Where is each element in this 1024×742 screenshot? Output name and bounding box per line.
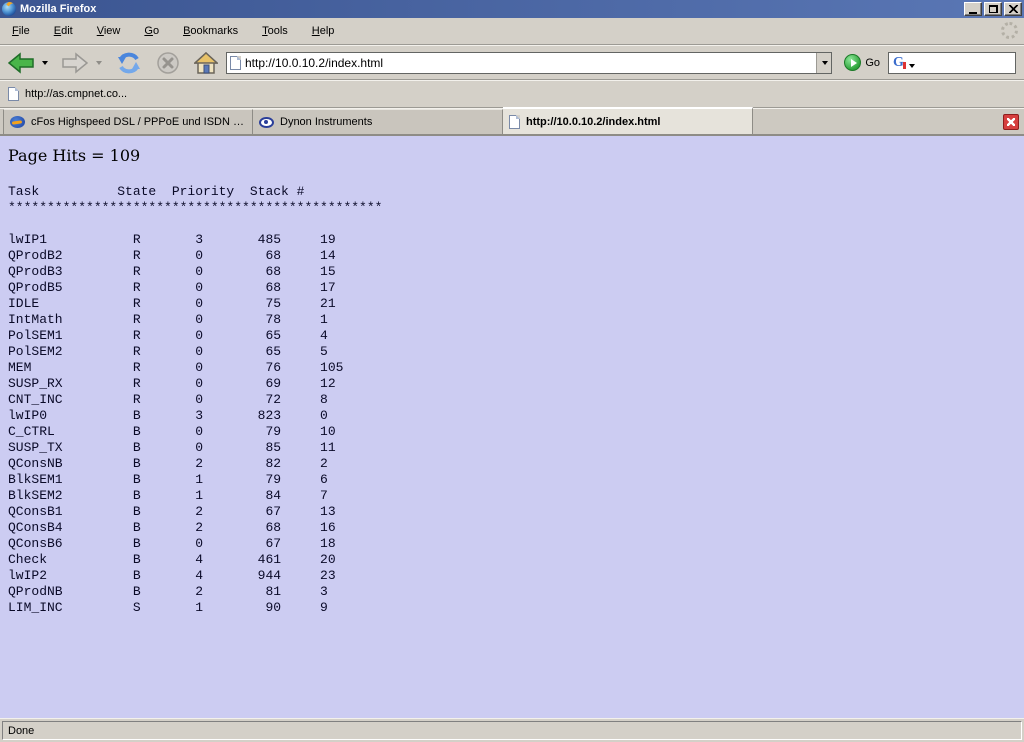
status-text: Done	[2, 721, 1022, 740]
table-row: QProdB2 R 0 68 14	[8, 248, 1024, 264]
navigation-toolbar: Go G	[0, 45, 1024, 80]
table-row: QProdB5 R 0 68 17	[8, 280, 1024, 296]
firefox-icon	[2, 2, 16, 16]
table-row: SUSP_RX R 0 69 12	[8, 376, 1024, 392]
menu-tools[interactable]: Tools	[254, 21, 296, 41]
table-row: SUSP_TX B 0 85 11	[8, 440, 1024, 456]
restore-icon	[989, 5, 998, 13]
reload-icon	[116, 51, 142, 75]
table-separator: ****************************************…	[8, 200, 1024, 216]
minimize-icon	[969, 12, 977, 14]
table-row: LIM_INC S 1 90 9	[8, 600, 1024, 616]
stop-icon	[156, 51, 180, 75]
table-row: QConsB6 B 0 67 18	[8, 536, 1024, 552]
table-row: lwIP2 B 4 944 23	[8, 568, 1024, 584]
bookmark-page-icon	[8, 87, 19, 101]
chevron-down-icon	[42, 61, 48, 65]
back-icon	[8, 52, 34, 74]
forward-dropdown[interactable]	[92, 48, 104, 78]
table-row: lwIP0 B 3 823 0	[8, 408, 1024, 424]
table-row: PolSEM2 R 0 65 5	[8, 344, 1024, 360]
close-button[interactable]	[1004, 2, 1022, 16]
page-icon	[509, 115, 520, 129]
menu-bookmarks[interactable]: Bookmarks	[175, 21, 246, 41]
home-icon	[194, 52, 218, 74]
minimize-button[interactable]	[964, 2, 982, 16]
go-icon	[844, 54, 861, 71]
table-row: QProdB3 R 0 68 15	[8, 264, 1024, 280]
task-table: Task State Priority Stack # ************…	[8, 184, 1024, 616]
table-row: Check B 4 461 20	[8, 552, 1024, 568]
table-row: lwIP1 R 3 485 19	[8, 232, 1024, 248]
window-title: Mozilla Firefox	[20, 3, 964, 15]
page-icon	[230, 56, 241, 70]
go-button[interactable]: Go	[838, 54, 886, 71]
restore-button[interactable]	[984, 2, 1002, 16]
tab-bar: cFos Highspeed DSL / PPPoE und ISDN CAP.…	[0, 108, 1024, 136]
go-label: Go	[865, 57, 880, 69]
search-input[interactable]	[915, 55, 1015, 71]
back-dropdown[interactable]	[38, 48, 50, 78]
forward-button[interactable]	[60, 48, 90, 78]
menu-go[interactable]: Go	[136, 21, 167, 41]
page-content: Page Hits = 109 Task State Priority Stac…	[0, 136, 1024, 718]
table-row: BlkSEM2 B 1 84 7	[8, 488, 1024, 504]
tab-label: Dynon Instruments	[280, 116, 372, 128]
bookmark-item[interactable]: http://as.cmpnet.co...	[25, 88, 127, 100]
reload-button[interactable]	[114, 48, 144, 78]
google-icon: G	[893, 56, 904, 70]
menu-edit[interactable]: Edit	[46, 21, 81, 41]
throbber-icon	[1001, 22, 1018, 39]
table-row: QProdNB B 2 81 3	[8, 584, 1024, 600]
table-row: IDLE R 0 75 21	[8, 296, 1024, 312]
menu-help[interactable]: Help	[304, 21, 343, 41]
url-input[interactable]	[245, 54, 816, 72]
tab-close-button[interactable]	[1003, 114, 1019, 130]
page-hits: Page Hits = 109	[8, 146, 1024, 165]
tab-2[interactable]: Dynon Instruments	[253, 109, 503, 134]
chevron-down-icon	[822, 61, 828, 65]
dynon-icon	[259, 117, 274, 128]
menu-file[interactable]: File	[4, 21, 38, 41]
menu-view[interactable]: View	[89, 21, 129, 41]
table-header: Task State Priority Stack #	[8, 184, 1024, 200]
bookmarks-toolbar: http://as.cmpnet.co...	[0, 80, 1024, 108]
home-button[interactable]	[192, 48, 220, 78]
chevron-down-icon	[96, 61, 102, 65]
search-box: G	[888, 52, 1016, 74]
window-titlebar: Mozilla Firefox	[0, 0, 1024, 18]
tab-label: cFos Highspeed DSL / PPPoE und ISDN CAP.…	[31, 116, 246, 128]
table-row: C_CTRL B 0 79 10	[8, 424, 1024, 440]
tab-1[interactable]: cFos Highspeed DSL / PPPoE und ISDN CAP.…	[3, 109, 253, 134]
forward-icon	[62, 52, 88, 74]
url-history-dropdown[interactable]	[816, 53, 831, 73]
close-icon	[1009, 5, 1018, 13]
table-row: BlkSEM1 B 1 79 6	[8, 472, 1024, 488]
tab-3[interactable]: http://10.0.10.2/index.html	[503, 107, 753, 134]
menubar: File Edit View Go Bookmarks Tools Help	[0, 18, 1024, 45]
table-row: PolSEM1 R 0 65 4	[8, 328, 1024, 344]
menubar-items: FileEditViewGoBookmarksToolsHelp	[4, 25, 350, 37]
table-row: IntMath R 0 78 1	[8, 312, 1024, 328]
back-button[interactable]	[6, 48, 36, 78]
stop-button[interactable]	[154, 48, 182, 78]
table-row: QConsB1 B 2 67 13	[8, 504, 1024, 520]
tab-label: http://10.0.10.2/index.html	[526, 116, 660, 128]
table-row: MEM R 0 76 105	[8, 360, 1024, 376]
status-bar: Done	[0, 718, 1024, 742]
url-bar	[226, 52, 832, 74]
table-row: CNT_INC R 0 72 8	[8, 392, 1024, 408]
table-row: QConsB4 B 2 68 16	[8, 520, 1024, 536]
cfos-icon	[10, 116, 25, 128]
table-row: QConsNB B 2 82 2	[8, 456, 1024, 472]
